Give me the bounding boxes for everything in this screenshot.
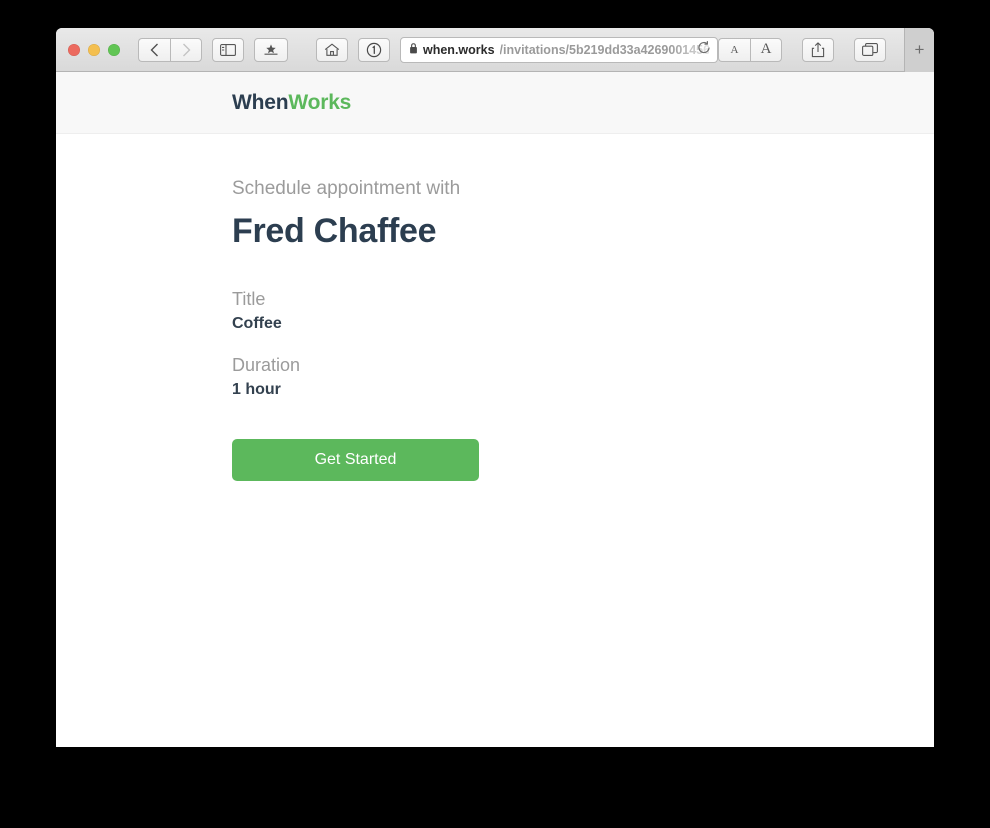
chevron-left-icon [150, 43, 159, 57]
page-title: Fred Chaffee [232, 212, 437, 250]
text-size-large-label: A [760, 41, 772, 57]
field-label: Title [232, 289, 266, 309]
field-label: Duration [232, 355, 301, 375]
site-header: WhenWorks [56, 72, 934, 134]
home-icon [324, 42, 340, 57]
field-title: Title Coffee [232, 289, 934, 333]
close-window-button[interactable] [68, 43, 80, 56]
toggle-sidebar-button[interactable] [212, 37, 244, 62]
invitation-content: Schedule appointment with Fred Chaffee T… [56, 134, 934, 481]
get-started-button[interactable]: Get Started [232, 439, 479, 481]
browser-window: when.works/invitations/5b219dd33a4269001… [56, 28, 934, 747]
share-button-group [802, 37, 834, 62]
window-controls [68, 43, 120, 56]
reading-list-button-group [254, 37, 288, 62]
sidebar-icon [220, 43, 236, 56]
home-button[interactable] [316, 37, 348, 62]
show-tabs-icon [862, 42, 878, 57]
new-tab-zone: + [904, 28, 934, 72]
new-tab-button[interactable]: + [915, 41, 925, 58]
share-button[interactable] [802, 37, 834, 62]
lock-icon [409, 42, 418, 57]
back-button[interactable] [138, 37, 170, 62]
reading-list-star-icon [262, 43, 280, 56]
browser-toolbar: when.works/invitations/5b219dd33a4269001… [56, 28, 934, 72]
show-tabs-button[interactable] [854, 37, 886, 62]
onepassword-button-group [358, 37, 390, 62]
maximize-window-button[interactable] [108, 43, 120, 56]
logo-first-part: When [232, 90, 289, 114]
url-host: when.works [423, 42, 495, 57]
sidebar-button-group [212, 37, 244, 62]
one-password-icon [366, 42, 382, 58]
share-icon [811, 41, 825, 58]
url-text: when.works/invitations/5b219dd33a4269001… [409, 43, 709, 57]
reload-icon [697, 40, 711, 59]
url-path: /invitations/5b219dd33a4269001456a [499, 42, 709, 57]
site-logo[interactable]: WhenWorks [232, 91, 351, 115]
address-bar[interactable]: when.works/invitations/5b219dd33a4269001… [400, 36, 718, 63]
decrease-text-size-button[interactable]: A [718, 37, 750, 62]
toolbar-right-group: A A [718, 37, 896, 62]
text-size-small-label: A [730, 43, 739, 56]
logo-second-part: Works [288, 90, 352, 114]
minimize-window-button[interactable] [88, 43, 100, 56]
show-tabs-button-group [854, 37, 886, 62]
chevron-right-icon [182, 43, 191, 57]
text-size-buttons: A A [718, 37, 782, 62]
field-value: Coffee [232, 315, 282, 332]
increase-text-size-button[interactable]: A [750, 37, 782, 62]
field-value: 1 hour [232, 381, 281, 398]
forward-button[interactable] [170, 37, 202, 62]
add-to-reading-list-button[interactable] [254, 37, 288, 62]
page-content: WhenWorks Schedule appointment with Fred… [56, 72, 934, 747]
eyebrow-text: Schedule appointment with [232, 178, 461, 199]
reload-button[interactable] [697, 40, 711, 59]
navigation-buttons [138, 37, 202, 62]
home-button-group [316, 37, 348, 62]
one-password-button[interactable] [358, 37, 390, 62]
field-duration: Duration 1 hour [232, 355, 934, 399]
